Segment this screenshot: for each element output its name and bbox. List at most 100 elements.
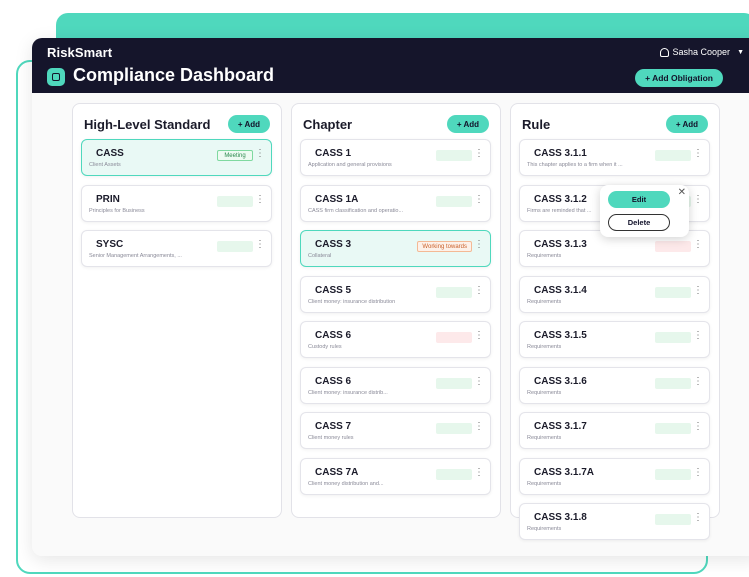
list-item-card[interactable]: CASS 3.1.7A Requirements ⋮: [519, 457, 710, 495]
kebab-menu-icon[interactable]: ⋮: [693, 467, 703, 478]
status-badge: [217, 195, 253, 207]
card-subtitle: Requirements: [527, 435, 562, 441]
kebab-menu-icon[interactable]: ⋮: [255, 149, 265, 159]
card-subtitle: Collateral: [308, 253, 332, 259]
app-window: RiskSmart Sasha Cooper ▼ Compliance Dash…: [32, 38, 749, 556]
dashboard-icon: [47, 68, 65, 86]
status-badge: Meeting: [217, 150, 253, 161]
column-title: Rule: [522, 116, 551, 132]
list-item-card[interactable]: CASS 3.1.4 Requirements ⋮: [519, 275, 710, 313]
brand-logo[interactable]: RiskSmart: [47, 45, 112, 60]
status-badge: [436, 423, 472, 434]
list-item-card[interactable]: CASS 3.1.5 Requirements ⋮: [519, 321, 710, 358]
card-title: CASS 6: [315, 330, 352, 341]
card-title: CASS 3.1.4: [534, 284, 587, 296]
card-subtitle: CASS firm classification and operatio...: [308, 207, 404, 214]
card-subtitle: This chapter applies to a firm when it .…: [527, 162, 623, 168]
dashboard-content: High-Level Standard + Add CASS Client Ass…: [32, 93, 749, 556]
card-title: CASS 5: [315, 284, 352, 296]
card-subtitle: Requirements: [527, 526, 562, 532]
card-subtitle: Application and general provisions: [308, 162, 392, 168]
status-badge: [655, 241, 691, 252]
status-badge: [655, 423, 691, 434]
card-title: CASS 6: [315, 375, 352, 387]
user-name: Sasha Cooper: [672, 47, 731, 57]
user-menu[interactable]: Sasha Cooper ▼: [659, 47, 744, 57]
card-title: CASS 3: [315, 239, 352, 250]
kebab-menu-icon[interactable]: ⋮: [693, 240, 703, 250]
list-item-card[interactable]: CASS 3.1.8 Requirements ⋮: [519, 503, 710, 540]
card-title: CASS 7A: [315, 466, 359, 478]
kebab-menu-icon[interactable]: ⋮: [255, 194, 265, 205]
chevron-down-icon: ▼: [737, 48, 744, 56]
list-item-card[interactable]: CASS 3.1.6 Requirements ⋮: [519, 366, 710, 404]
list-item-card[interactable]: PRIN Principles for Business ⋮: [81, 184, 272, 222]
kebab-menu-icon[interactable]: ⋮: [474, 422, 484, 432]
kebab-menu-icon[interactable]: ⋮: [693, 513, 703, 523]
status-badge: [436, 332, 472, 343]
kebab-menu-icon[interactable]: ⋮: [693, 194, 703, 205]
status-badge: [436, 468, 472, 480]
card-title: CASS 3.1.1: [534, 148, 587, 159]
add-chapter-button[interactable]: + Add: [446, 115, 489, 133]
card-subtitle: Client money: insurance distrib...: [308, 389, 388, 396]
delete-button[interactable]: Delete: [608, 214, 670, 231]
kebab-menu-icon[interactable]: ⋮: [693, 376, 703, 387]
column-chapter: Chapter + Add CASS 1 Application and gene…: [291, 103, 501, 518]
kebab-menu-icon[interactable]: ⋮: [693, 422, 703, 432]
list-item-card[interactable]: CASS 7A Client money distribution and... ⋮: [300, 457, 491, 495]
card-title: CASS 7: [315, 421, 352, 432]
card-subtitle: Client money distribution and...: [308, 480, 384, 487]
list-item-card[interactable]: CASS 5 Client money: insurance distributi…: [300, 275, 491, 313]
user-icon: [659, 47, 669, 57]
edit-button[interactable]: Edit: [608, 191, 670, 208]
list-item-card[interactable]: CASS 3.1.7 Requirements ⋮: [519, 412, 710, 449]
status-badge: [655, 377, 691, 389]
list-item-card[interactable]: CASS 6 Client money: insurance distrib...…: [300, 366, 491, 404]
card-subtitle: Requirements: [527, 344, 562, 350]
list-item-card[interactable]: CASS 3 Collateral Working towards ⋮: [300, 230, 491, 267]
card-subtitle: Principles for Business: [89, 207, 145, 214]
card-subtitle: Custody rules: [308, 344, 342, 350]
kebab-menu-icon[interactable]: ⋮: [693, 149, 703, 159]
card-title: SYSC: [96, 239, 124, 250]
kebab-menu-icon[interactable]: ⋮: [474, 331, 484, 341]
close-icon[interactable]: ✕: [678, 188, 686, 198]
column-title: High-Level Standard: [84, 116, 211, 132]
kebab-menu-icon[interactable]: ⋮: [474, 467, 484, 478]
card-title: CASS 3.1.2: [534, 193, 587, 205]
list-item-card[interactable]: SYSC Senior Management Arrangements, ... ⋮: [81, 230, 272, 267]
card-subtitle: Client money: insurance distribution: [308, 298, 396, 305]
card-actions-popup: Edit Delete ✕: [600, 185, 689, 237]
kebab-menu-icon[interactable]: ⋮: [474, 194, 484, 205]
kebab-menu-icon[interactable]: ⋮: [255, 240, 265, 250]
card-subtitle: Requirements: [527, 480, 562, 487]
column-title: Chapter: [303, 116, 353, 132]
list-item-card[interactable]: CASS 7 Client money rules ⋮: [300, 412, 491, 449]
list-item-card[interactable]: CASS 1A CASS firm classification and oper…: [300, 184, 491, 222]
status-badge: [436, 377, 472, 389]
status-badge: [217, 241, 253, 252]
add-rule-button[interactable]: + Add: [665, 115, 708, 133]
card-subtitle: Senior Management Arrangements, ...: [89, 253, 182, 259]
list-item-card[interactable]: CASS Client Assets Meeting ⋮: [81, 139, 272, 176]
column-high-level-standard: High-Level Standard + Add CASS Client Ass…: [72, 103, 282, 518]
kebab-menu-icon[interactable]: ⋮: [474, 376, 484, 387]
status-badge: [655, 150, 691, 161]
page-title: Compliance Dashboard: [73, 65, 275, 85]
add-obligation-button[interactable]: + Add Obligation: [635, 69, 723, 87]
list-item-card[interactable]: CASS 1 Application and general provisions…: [300, 139, 491, 176]
card-title: CASS 1A: [315, 193, 359, 205]
card-title: CASS: [96, 148, 124, 159]
kebab-menu-icon[interactable]: ⋮: [693, 285, 703, 296]
add-standard-button[interactable]: + Add: [227, 115, 270, 133]
card-title: CASS 3.1.3: [534, 239, 587, 250]
kebab-menu-icon[interactable]: ⋮: [474, 285, 484, 296]
kebab-menu-icon[interactable]: ⋮: [474, 240, 484, 250]
kebab-menu-icon[interactable]: ⋮: [693, 331, 703, 341]
list-item-card[interactable]: CASS 6 Custody rules ⋮: [300, 321, 491, 358]
card-title: CASS 3.1.7: [534, 421, 587, 432]
kebab-menu-icon[interactable]: ⋮: [474, 149, 484, 159]
top-bar: RiskSmart Sasha Cooper ▼ Compliance Dash…: [32, 38, 749, 93]
list-item-card[interactable]: CASS 3.1.1 This chapter applies to a firm…: [519, 139, 710, 176]
